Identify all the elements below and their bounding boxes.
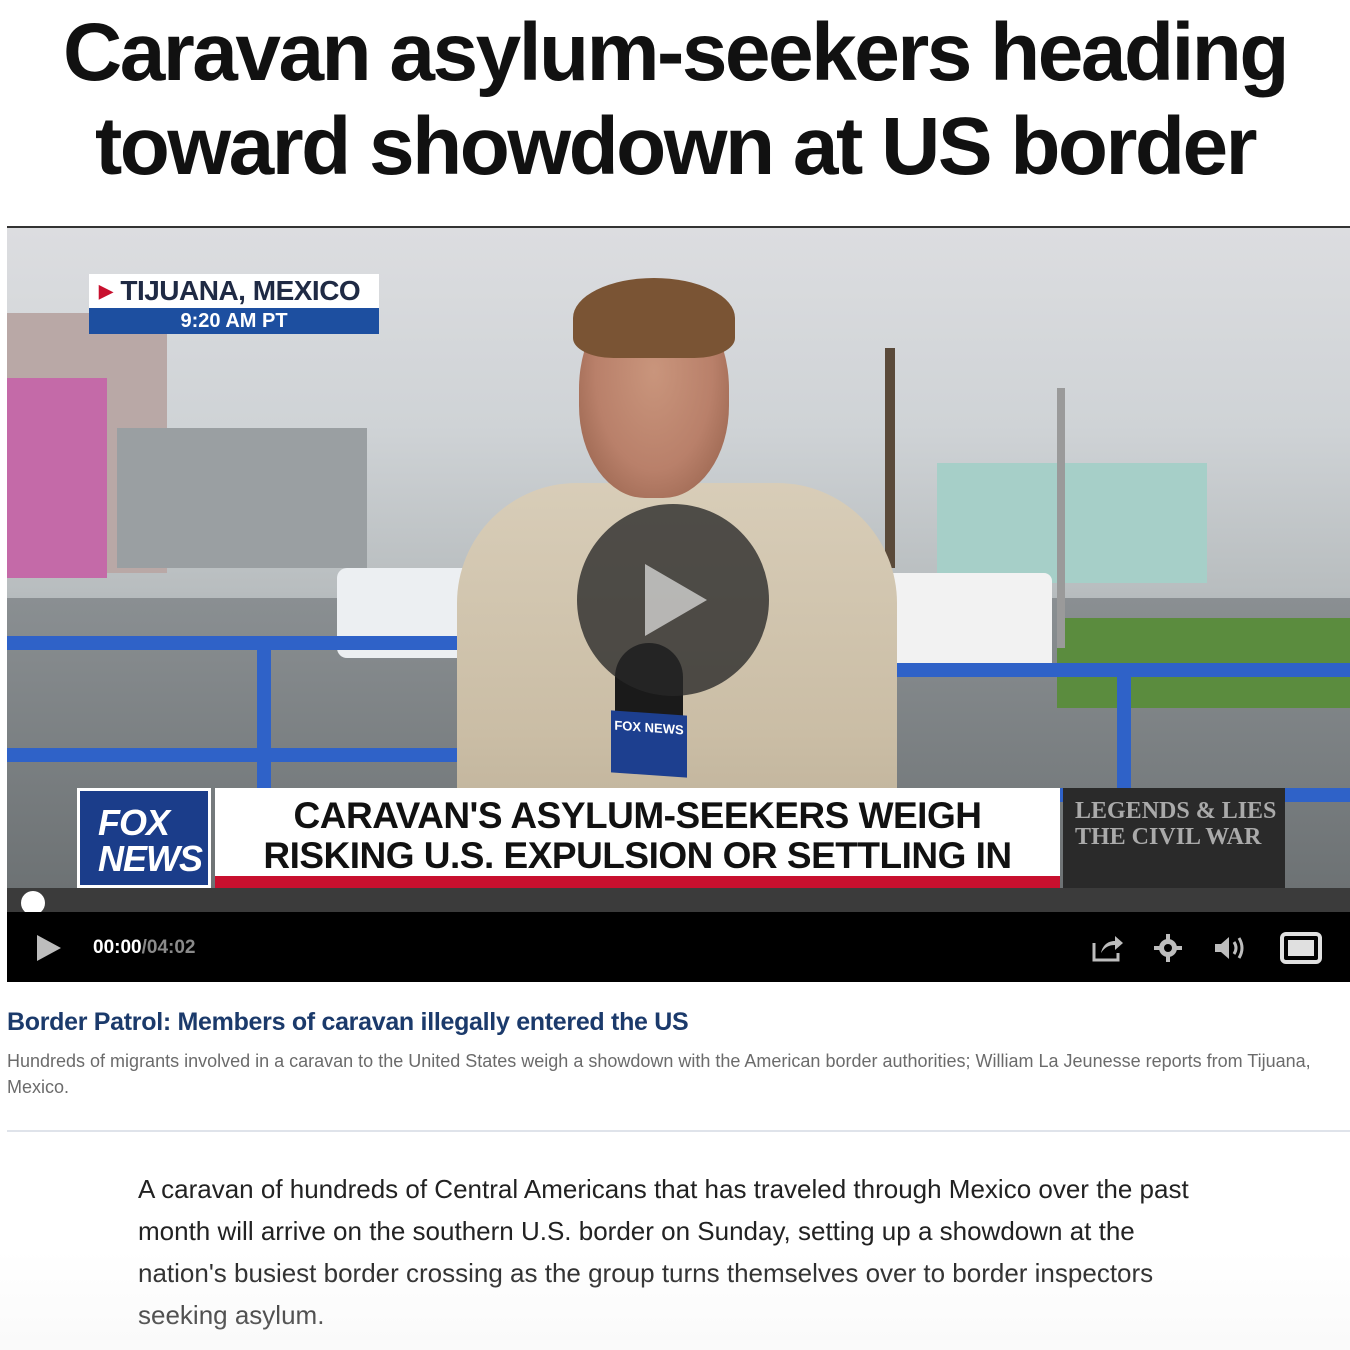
play-button[interactable] [33, 912, 63, 982]
video-caption-description: Hundreds of migrants involved in a carav… [7, 1051, 1311, 1097]
article-body-paragraph: A caravan of hundreds of Central America… [138, 1174, 1189, 1330]
share-icon [1092, 936, 1123, 962]
video-caption-title[interactable]: Border Patrol: Members of caravan illega… [7, 1008, 1347, 1037]
play-icon [37, 935, 61, 961]
palm-tree [885, 348, 895, 568]
location-time: 9:20 AM PT [89, 308, 379, 334]
time-display: 00:00 / 04:02 [93, 912, 196, 982]
settings-button[interactable] [1153, 912, 1183, 982]
fullscreen-button[interactable] [1279, 912, 1323, 982]
railing-bottom [7, 748, 467, 762]
show-promo: LEGENDS & LIES THE CIVIL WAR [1063, 788, 1285, 888]
video-player[interactable]: FOX NEWS ▶ TIJUANA, MEXICO 9:20 AM PT FO… [7, 226, 1350, 982]
volume-button[interactable] [1212, 912, 1248, 982]
mic-flag-logo: FOX NEWS [611, 710, 687, 778]
video-frame[interactable]: FOX NEWS ▶ TIJUANA, MEXICO 9:20 AM PT FO… [7, 228, 1350, 888]
location-label: TIJUANA, MEXICO [120, 275, 361, 306]
fullscreen-icon [1280, 932, 1322, 964]
pole [1057, 388, 1065, 648]
share-button[interactable] [1091, 912, 1125, 982]
control-bar: 00:00 / 04:02 [7, 912, 1350, 982]
play-icon [645, 564, 707, 636]
reporter-hair [573, 278, 735, 358]
progress-bar[interactable] [7, 888, 1350, 912]
article-headline: Caravan asylum-seekers heading toward sh… [63, 7, 1290, 192]
building-right [937, 463, 1207, 583]
building-pink [7, 378, 107, 578]
duration: 04:02 [146, 937, 196, 958]
fox-news-alert-strip [215, 876, 1060, 888]
lower-third: FOX NEWS CARAVAN'S ASYLUM-SEEKERS WEIGH … [77, 788, 1287, 888]
gear-icon [1154, 934, 1182, 962]
chyron-headline: CARAVAN'S ASYLUM-SEEKERS WEIGH RISKING U… [215, 788, 1060, 888]
volume-icon [1215, 937, 1244, 959]
big-play-button[interactable] [577, 504, 769, 696]
fox-news-logo: FOX NEWS [77, 788, 211, 888]
divider [7, 1130, 1350, 1132]
railing-top [7, 636, 477, 650]
location-graphic: ▶ TIJUANA, MEXICO 9:20 AM PT [89, 274, 379, 334]
current-time: 00:00 [93, 937, 142, 958]
location-triangle-icon: ▶ [99, 281, 113, 301]
building-mid [117, 428, 367, 568]
